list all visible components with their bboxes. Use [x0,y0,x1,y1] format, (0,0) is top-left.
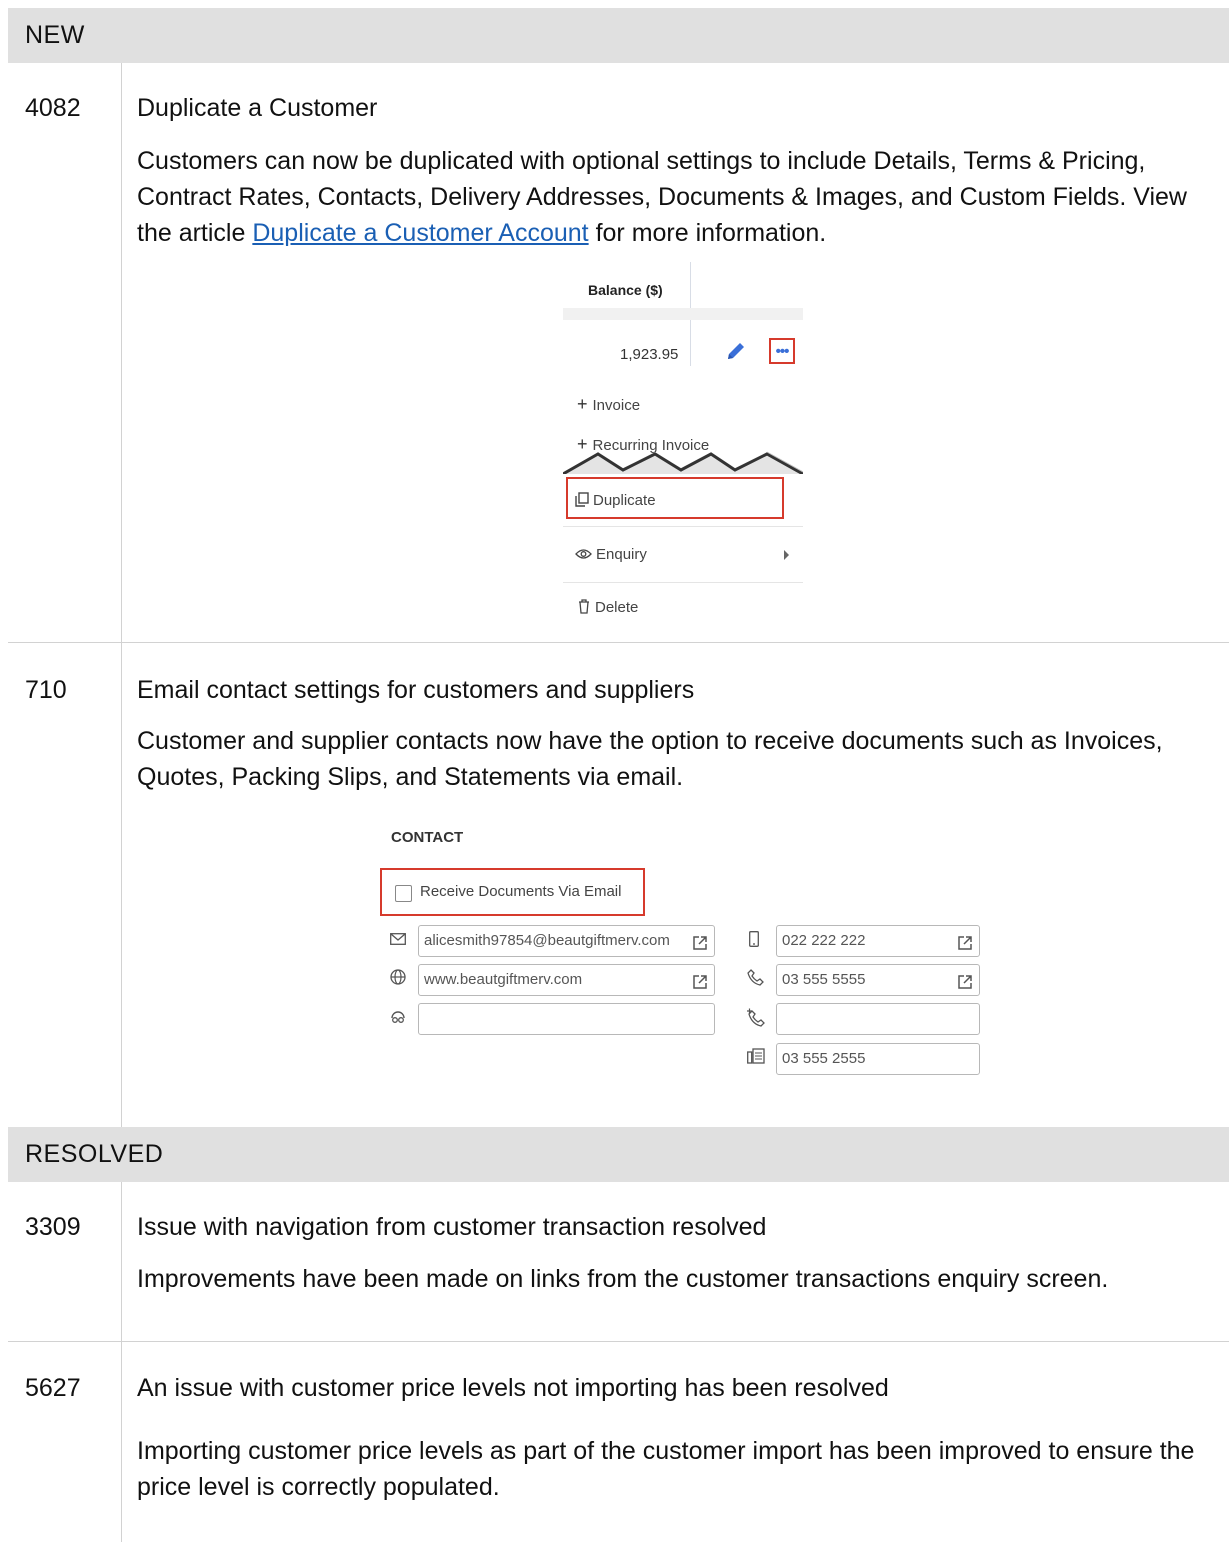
receive-documents-label: Receive Documents Via Email [420,883,622,900]
item-title: Duplicate a Customer [137,94,378,122]
more-options-button[interactable]: ••• [769,338,795,364]
item-description: Improvements have been made on links fro… [137,1265,1109,1293]
item-description: Customer and supplier contacts now have … [137,727,1163,791]
table-row: 710 Email contact settings for customers… [8,643,1229,1127]
balance-column-header: Balance ($) [588,282,663,298]
table-row: 5627 An issue with customer price levels… [8,1342,1229,1542]
envelope-icon [390,932,406,950]
skype-icon [390,1009,406,1030]
fax-field[interactable]: 03 555 2555 [776,1043,980,1075]
phone-plus-icon [746,1008,765,1032]
item-title: Issue with navigation from customer tran… [137,1213,767,1241]
section-header-new: NEW [8,8,1229,63]
item-description: Customers can now be duplicated with opt… [137,147,1187,247]
contact-settings-screenshot: CONTACT Receive Documents Via Email alic… [376,819,986,1089]
external-link-icon[interactable] [692,971,708,995]
contact-section-title: CONTACT [391,829,464,846]
phone-field[interactable]: 03 555 5555 [776,964,980,996]
menu-item-enquiry[interactable]: Enquiry [575,546,647,564]
skype-field[interactable] [418,1003,715,1035]
external-link-icon[interactable] [692,932,708,956]
fax-icon [747,1048,765,1069]
ddi-field[interactable] [776,1003,980,1035]
item-title: An issue with customer price levels not … [137,1374,889,1402]
edit-pencil-icon[interactable] [725,340,747,367]
release-notes-table: NEW 4082 Duplicate a Customer Customers … [8,8,1229,1542]
mobile-field[interactable]: 022 222 222 [776,925,980,957]
receive-documents-highlight: Receive Documents Via Email [380,868,645,916]
trash-icon [578,599,590,618]
article-link[interactable]: Duplicate a Customer Account [252,219,588,247]
copy-icon [575,492,589,511]
item-id: 710 [25,676,67,704]
email-field[interactable]: alicesmith97854@beautgiftmerv.com [418,925,715,957]
item-description: Importing customer price levels as part … [137,1437,1195,1501]
external-link-icon[interactable] [957,971,973,995]
external-link-icon[interactable] [957,932,973,956]
item-id: 3309 [25,1213,81,1241]
menu-item-delete[interactable]: Delete [578,599,638,618]
section-header-resolved: RESOLVED [8,1127,1229,1182]
mobile-phone-icon [749,931,759,952]
item-title: Email contact settings for customers and… [137,676,695,704]
torn-edge-divider [563,451,803,474]
menu-item-duplicate[interactable]: Duplicate [575,492,656,511]
submenu-arrow-icon [784,550,789,560]
table-row: 3309 Issue with navigation from customer… [8,1182,1229,1342]
plus-icon: + [577,394,588,414]
receive-documents-checkbox[interactable] [395,885,412,902]
item-id: 4082 [25,94,81,122]
phone-icon [747,969,764,991]
section-label: NEW [25,21,85,49]
menu-item-invoice[interactable]: + Invoice [577,394,640,415]
website-field[interactable]: www.beautgiftmerv.com [418,964,715,996]
balance-value: 1,923.95 [620,346,679,363]
table-row: 4082 Duplicate a Customer Customers can … [8,63,1229,643]
item-id: 5627 [25,1374,81,1402]
eye-icon [575,547,592,564]
globe-icon [390,969,406,990]
customer-menu-screenshot: Balance ($) 1,923.95 ••• + Invoice + Recur… [563,262,803,632]
section-label: RESOLVED [25,1140,164,1168]
